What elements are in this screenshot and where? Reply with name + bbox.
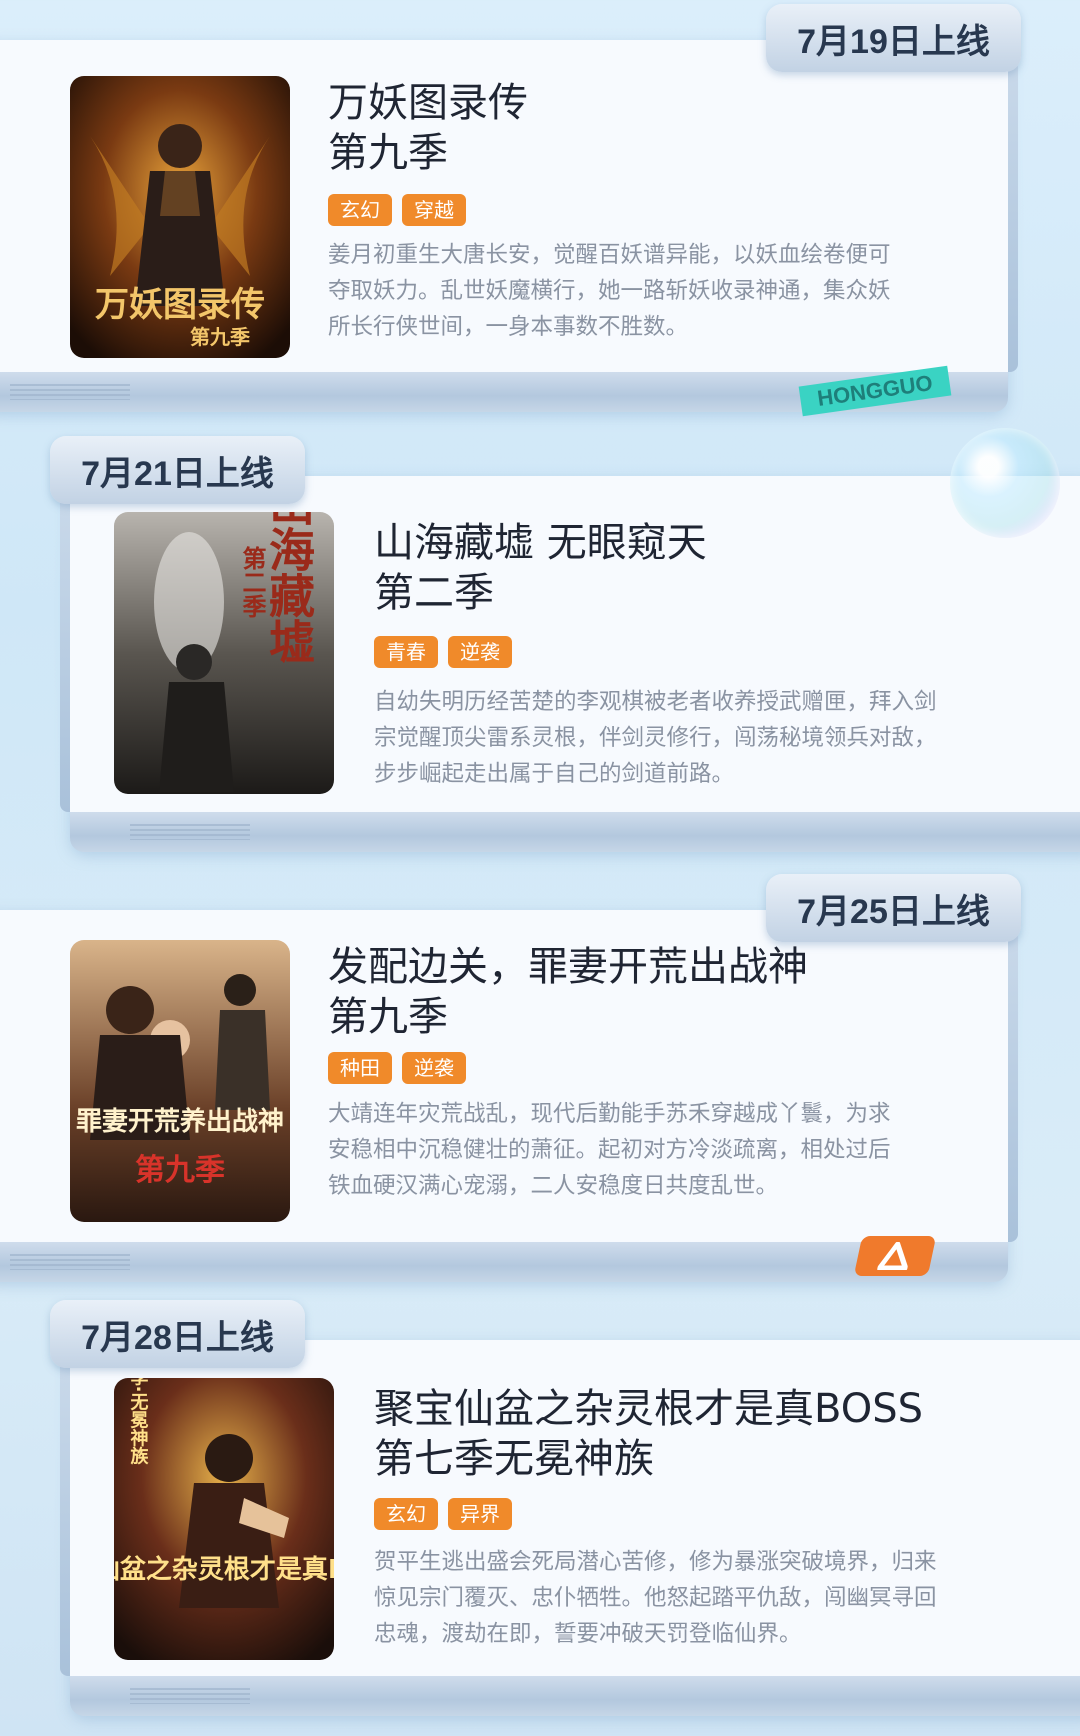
poster-season-text: 第九季 bbox=[135, 1153, 225, 1188]
card-bottom-bar bbox=[70, 1676, 1080, 1716]
synopsis-line: 步步崛起走出属于自己的剑道前路。 bbox=[374, 761, 735, 787]
synopsis: 大靖连年灾荒战乱，现代后勤能手苏禾穿越成丫鬟，为求 安稳相中沉稳健壮的萧征。起初… bbox=[328, 1096, 948, 1204]
poster-title-text: 山海藏墟 bbox=[262, 512, 316, 664]
bubble-decoration bbox=[950, 428, 1060, 538]
title-line-2: 第二季 bbox=[374, 570, 494, 616]
synopsis: 姜月初重生大唐长安，觉醒百妖谱异能，以妖血绘卷便可 夺取妖力。乱世妖魔横行，她一… bbox=[328, 237, 948, 345]
poster-title-text: 聚宝仙盆之杂灵根才是真BOSS bbox=[114, 1554, 334, 1585]
genre-tags: 青春 逆袭 bbox=[374, 636, 512, 668]
title-line-2: 第七季无冕神族 bbox=[374, 1436, 654, 1482]
drama-title[interactable]: 聚宝仙盆之杂灵根才是真BOSS 第七季无冕神族 bbox=[374, 1384, 923, 1484]
poster-art: 罪妻开荒养出战神 第九季 bbox=[70, 940, 290, 1222]
release-date-tab: 7月28日上线 bbox=[50, 1300, 305, 1368]
synopsis-line: 宗觉醒顶尖雷系灵根，伴剑灵修行，闯荡秘境领兵对敌， bbox=[374, 725, 937, 751]
poster-art: 聚宝仙盆之杂灵根才是真BOSS 第七季·无冕神族 bbox=[114, 1378, 334, 1660]
genre-tags: 玄幻 穿越 bbox=[328, 194, 466, 226]
genre-tag: 种田 bbox=[328, 1052, 392, 1084]
poster-image[interactable]: 聚宝仙盆之杂灵根才是真BOSS 第七季·无冕神族 bbox=[114, 1378, 334, 1660]
poster-image[interactable]: 山海藏墟 第二季 bbox=[114, 512, 334, 794]
card-bottom-bar bbox=[70, 812, 1080, 852]
synopsis-line: 惊见宗门覆灭、忠仆牺牲。他怒起踏平仇敌，闯幽冥寻回 bbox=[374, 1585, 937, 1611]
grip-lines bbox=[130, 1688, 250, 1704]
synopsis-line: 贺平生逃出盛会死局潜心苦修，修为暴涨突破境界，归来 bbox=[374, 1549, 937, 1575]
synopsis-line: 所长行侠世间，一身本事数不胜数。 bbox=[328, 314, 689, 340]
poster-image[interactable]: 罪妻开荒养出战神 第九季 bbox=[70, 940, 290, 1222]
card-frame bbox=[60, 496, 70, 812]
release-date-tab: 7月21日上线 bbox=[50, 436, 305, 504]
grip-lines bbox=[130, 824, 250, 840]
drama-title[interactable]: 发配边关，罪妻开荒出战神 第九季 bbox=[328, 942, 808, 1042]
card-frame bbox=[1008, 930, 1018, 1242]
title-line-1: 万妖图录传 bbox=[328, 80, 528, 126]
synopsis: 自幼失明历经苦楚的李观棋被老者收养授武赠匣，拜入剑 宗觉醒顶尖雷系灵根，伴剑灵修… bbox=[374, 684, 994, 792]
genre-tag: 玄幻 bbox=[374, 1498, 438, 1530]
drama-title[interactable]: 山海藏墟 无眼窥天 第二季 bbox=[374, 518, 707, 618]
grip-lines bbox=[10, 384, 130, 400]
synopsis-line: 自幼失明历经苦楚的李观棋被老者收养授武赠匣，拜入剑 bbox=[374, 689, 937, 715]
poster-season-text: 第二季 bbox=[238, 545, 266, 619]
release-date-tab: 7月25日上线 bbox=[766, 874, 1021, 942]
title-line-1: 发配边关，罪妻开荒出战神 bbox=[328, 944, 808, 990]
card-frame bbox=[60, 1360, 70, 1676]
synopsis-line: 铁血硬汉满心宠溺，二人安稳度日共度乱世。 bbox=[328, 1173, 779, 1199]
poster-season-text: 第七季·无冕神族 bbox=[128, 1378, 149, 1465]
synopsis-line: 忠魂，渡劫在即，誓要冲破天罚登临仙界。 bbox=[374, 1621, 802, 1647]
synopsis-line: 夺取妖力。乱世妖魔横行，她一路斩妖收录神通，集众妖 bbox=[328, 278, 891, 304]
poster-title-text: 罪妻开荒养出战神 bbox=[76, 1106, 284, 1137]
title-line-1: 聚宝仙盆之杂灵根才是真BOSS bbox=[374, 1386, 924, 1432]
synopsis: 贺平生逃出盛会死局潜心苦修，修为暴涨突破境界，归来 惊见宗门覆灭、忠仆牺牲。他怒… bbox=[374, 1544, 994, 1652]
synopsis-line: 安稳相中沉稳健壮的萧征。起初对方冷淡疏离，相处过后 bbox=[328, 1137, 891, 1163]
poster-image[interactable]: 万妖图录传 第九季 bbox=[70, 76, 290, 358]
title-line-2: 第九季 bbox=[328, 994, 448, 1040]
poster-title-text: 万妖图录传 bbox=[95, 285, 265, 325]
synopsis-line: 大靖连年灾荒战乱，现代后勤能手苏禾穿越成丫鬟，为求 bbox=[328, 1101, 891, 1127]
card-frame bbox=[1008, 60, 1018, 372]
genre-tag: 青春 bbox=[374, 636, 438, 668]
drama-title[interactable]: 万妖图录传 第九季 bbox=[328, 78, 528, 178]
title-line-1: 山海藏墟 无眼窥天 bbox=[374, 520, 707, 566]
poster-season-text: 第九季 bbox=[190, 325, 250, 349]
synopsis-line: 姜月初重生大唐长安，觉醒百妖谱异能，以妖血绘卷便可 bbox=[328, 242, 891, 268]
poster-art: 万妖图录传 第九季 bbox=[70, 76, 290, 358]
genre-tag: 穿越 bbox=[402, 194, 466, 226]
genre-tags: 玄幻 异界 bbox=[374, 1498, 512, 1530]
play-badge-icon bbox=[853, 1236, 937, 1276]
genre-tag: 逆袭 bbox=[448, 636, 512, 668]
poster-art: 山海藏墟 第二季 bbox=[114, 512, 334, 794]
genre-tag: 异界 bbox=[448, 1498, 512, 1530]
genre-tag: 逆袭 bbox=[402, 1052, 466, 1084]
release-date-tab: 7月19日上线 bbox=[766, 4, 1021, 72]
genre-tag: 玄幻 bbox=[328, 194, 392, 226]
grip-lines bbox=[10, 1254, 130, 1270]
genre-tags: 种田 逆袭 bbox=[328, 1052, 466, 1084]
title-line-2: 第九季 bbox=[328, 130, 448, 176]
